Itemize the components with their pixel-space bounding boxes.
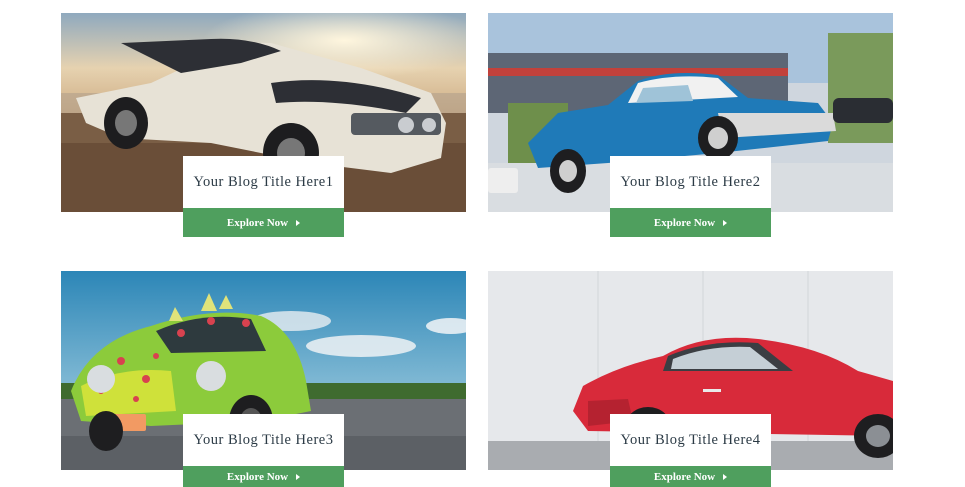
- explore-now-button[interactable]: Explore Now: [183, 208, 344, 237]
- card-title-box: Your Blog Title Here1: [183, 156, 344, 208]
- card-title-box: Your Blog Title Here3: [183, 414, 344, 466]
- card-title[interactable]: Your Blog Title Here4: [621, 432, 761, 449]
- caret-right-icon: [296, 473, 301, 480]
- explore-now-button[interactable]: Explore Now: [183, 466, 344, 487]
- explore-now-button[interactable]: Explore Now: [610, 208, 771, 237]
- blog-card-2: Your Blog Title Here2 Explore Now: [488, 13, 893, 238]
- caret-right-icon: [723, 219, 728, 226]
- caret-right-icon: [296, 219, 301, 226]
- explore-now-label: Explore Now: [226, 216, 289, 229]
- card-title-box: Your Blog Title Here4: [610, 414, 771, 466]
- explore-now-label: Explore Now: [653, 216, 716, 229]
- blog-card-1: Your Blog Title Here1 Explore Now: [61, 13, 466, 238]
- explore-now-button[interactable]: Explore Now: [610, 466, 771, 487]
- card-title[interactable]: Your Blog Title Here3: [194, 432, 334, 449]
- caret-right-icon: [723, 473, 728, 480]
- card-title[interactable]: Your Blog Title Here2: [621, 174, 761, 191]
- blog-card-4: Your Blog Title Here4 Explore Now: [488, 271, 893, 487]
- explore-now-label: Explore Now: [653, 470, 716, 483]
- blog-card-3: Your Blog Title Here3 Explore Now: [61, 271, 466, 487]
- explore-now-label: Explore Now: [226, 470, 289, 483]
- card-title-box: Your Blog Title Here2: [610, 156, 771, 208]
- card-title[interactable]: Your Blog Title Here1: [194, 174, 334, 191]
